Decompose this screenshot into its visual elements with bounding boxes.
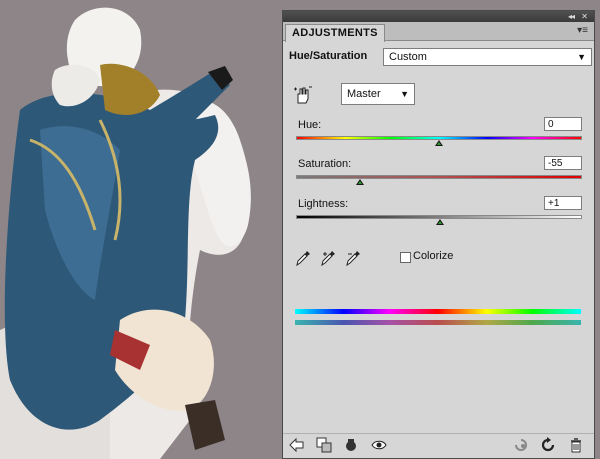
lightness-input[interactable]: +1 — [544, 196, 582, 210]
close-icon[interactable]: ✕ — [581, 11, 588, 22]
tab-adjustments[interactable]: ADJUSTMENTS — [285, 24, 385, 42]
saturation-input[interactable]: -55 — [544, 156, 582, 170]
channel-select-value: Master — [347, 88, 381, 100]
channel-select[interactable]: Master ▼ — [341, 83, 415, 105]
hue-slider-thumb[interactable] — [435, 140, 443, 146]
input-color-spectrum — [295, 309, 581, 314]
collapse-icon[interactable]: ◂◂ — [568, 11, 575, 22]
preset-select[interactable]: Custom ▼ — [383, 48, 592, 66]
adjustments-panel: ◂◂ ✕ ADJUSTMENTS ▾≡ Hue/Saturation Custo… — [282, 10, 595, 459]
colorize-checkbox[interactable] — [400, 252, 411, 263]
adjustment-title: Hue/Saturation — [289, 50, 368, 62]
saturation-label: Saturation: — [298, 158, 352, 170]
canvas-photo — [0, 7, 251, 459]
eyedropper-plus-icon[interactable] — [320, 249, 336, 267]
targeted-adjustment-hand-icon[interactable] — [293, 85, 313, 105]
hue-label: Hue: — [298, 119, 322, 131]
preset-select-value: Custom — [389, 51, 427, 63]
lightness-slider-thumb[interactable] — [436, 219, 445, 225]
lightness-label: Lightness: — [298, 198, 349, 210]
visibility-eye-icon[interactable] — [371, 437, 387, 453]
chevron-down-icon: ▼ — [400, 89, 409, 99]
saturation-track[interactable] — [296, 175, 582, 179]
clip-to-layer-icon[interactable] — [316, 437, 332, 453]
preset-row: Hue/Saturation Custom ▼ — [289, 48, 592, 68]
reset-icon[interactable] — [513, 437, 529, 453]
refresh-icon[interactable] — [540, 437, 556, 453]
chevron-down-icon: ▼ — [577, 52, 586, 62]
saturation-slider-thumb[interactable] — [356, 179, 365, 185]
panel-footer — [283, 433, 594, 458]
eyedropper-minus-icon[interactable] — [345, 249, 361, 267]
panel-titlebar: ◂◂ ✕ — [283, 11, 594, 22]
trash-icon[interactable] — [568, 437, 584, 453]
view-previous-icon[interactable] — [343, 437, 359, 453]
eyedropper-tools: Colorize — [295, 249, 495, 269]
panel-tabbar: ADJUSTMENTS ▾≡ — [283, 22, 594, 42]
output-color-spectrum — [295, 320, 581, 325]
hue-input[interactable]: 0 — [544, 117, 582, 131]
panel-menu-icon[interactable]: ▾≡ — [577, 25, 588, 37]
colorize-label: Colorize — [413, 250, 454, 262]
back-arrow-icon[interactable] — [289, 437, 305, 453]
eyedropper-icon[interactable] — [295, 249, 311, 267]
